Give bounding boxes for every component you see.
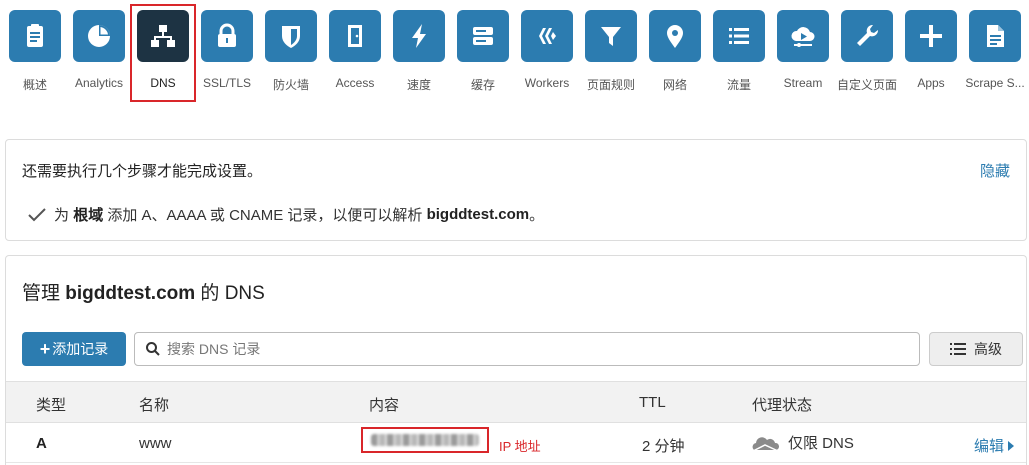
nav-label: Access bbox=[335, 76, 375, 90]
column-proxy-status[interactable]: 代理状态 bbox=[752, 394, 812, 415]
location-pin-icon bbox=[649, 10, 701, 62]
nav-item-custom-pages[interactable]: 自定义页面 bbox=[836, 10, 898, 98]
record-ttl: 2 分钟 bbox=[642, 438, 685, 455]
nav-label: Analytics bbox=[74, 76, 124, 90]
step-suffix: 。 bbox=[529, 207, 545, 224]
column-ttl[interactable]: TTL bbox=[639, 394, 666, 411]
step-domain: bigddtest.com bbox=[426, 206, 530, 223]
nav-item-scrape-shield[interactable]: Scrape S... bbox=[964, 10, 1026, 98]
lock-icon bbox=[201, 10, 253, 62]
table-header: 类型 名称 内容 TTL 代理状态 bbox=[6, 381, 1026, 423]
step-prefix: 为 bbox=[54, 207, 70, 224]
cloud-play-icon bbox=[777, 10, 829, 62]
nav-item-page-rules[interactable]: 页面规则 bbox=[580, 10, 642, 98]
page-title: 管理 bigddtest.com 的 DNS bbox=[22, 278, 265, 305]
nav-label: Apps bbox=[917, 76, 945, 90]
dns-management-card: 管理 bigddtest.com 的 DNS + 添加记录 高级 类型 名称 内… bbox=[5, 255, 1027, 465]
nav-item-network[interactable]: 网络 bbox=[644, 10, 706, 98]
pie-chart-icon bbox=[73, 10, 125, 62]
caret-right-icon bbox=[1008, 440, 1015, 451]
nav-item-cache[interactable]: 缓存 bbox=[452, 10, 514, 98]
nav-label: 防火墙 bbox=[272, 78, 309, 92]
nav-item-speed[interactable]: 速度 bbox=[388, 10, 450, 98]
nav-label: 概述 bbox=[22, 78, 47, 92]
wrench-icon bbox=[841, 10, 893, 62]
nav-label: 缓存 bbox=[470, 78, 495, 92]
network-icon bbox=[137, 10, 189, 62]
column-type[interactable]: 类型 bbox=[36, 394, 66, 415]
door-icon bbox=[329, 10, 381, 62]
nav-item-traffic[interactable]: 流量 bbox=[708, 10, 770, 98]
nav-item-ssl-tls[interactable]: SSL/TLS bbox=[196, 10, 258, 98]
clipboard-icon bbox=[9, 10, 61, 62]
edit-label: 编辑 bbox=[974, 438, 1005, 455]
workers-icon bbox=[521, 10, 573, 62]
document-icon bbox=[969, 10, 1021, 62]
search-input[interactable] bbox=[167, 341, 867, 357]
step-bold: 根域 bbox=[73, 207, 104, 224]
nav-label: Scrape S... bbox=[965, 76, 1025, 90]
step-text: 添加 A、AAAA 或 CNAME 记录，以便可以解析 bbox=[107, 207, 423, 224]
title-suffix: 的 DNS bbox=[200, 283, 265, 304]
list-icon bbox=[950, 343, 966, 355]
column-content[interactable]: 内容 bbox=[369, 394, 399, 415]
nav-item-access[interactable]: Access bbox=[324, 10, 386, 98]
nav-item-analytics[interactable]: Analytics bbox=[68, 10, 130, 98]
nav-item-overview[interactable]: 概述 bbox=[4, 10, 66, 98]
nav-label: 页面规则 bbox=[586, 78, 635, 92]
hide-link[interactable]: 隐藏 bbox=[980, 160, 1010, 181]
setup-step: 为 根域 添加 A、AAAA 或 CNAME 记录，以便可以解析 bigddte… bbox=[28, 204, 544, 225]
title-prefix: 管理 bbox=[22, 283, 61, 304]
proxy-status-label: 仅限 DNS bbox=[788, 435, 854, 452]
setup-title: 还需要执行几个步骤才能完成设置。 bbox=[22, 163, 263, 180]
filter-icon bbox=[585, 10, 637, 62]
top-navigation: 概述 Analytics DNS SSL/TLS 防火墙 Access 速度 缓… bbox=[0, 0, 1029, 104]
list-icon bbox=[713, 10, 765, 62]
nav-label: Stream bbox=[783, 76, 823, 90]
lightning-icon bbox=[393, 10, 445, 62]
nav-label: 网络 bbox=[662, 78, 687, 92]
nav-item-firewall[interactable]: 防火墙 bbox=[260, 10, 322, 98]
plus-icon: + bbox=[39, 338, 51, 359]
nav-item-apps[interactable]: Apps bbox=[900, 10, 962, 98]
plus-icon bbox=[905, 10, 957, 62]
column-name[interactable]: 名称 bbox=[139, 394, 169, 415]
search-icon bbox=[146, 342, 160, 356]
shield-icon bbox=[265, 10, 317, 62]
checkmark-icon bbox=[28, 207, 46, 221]
nav-label: 自定义页面 bbox=[836, 78, 897, 92]
table-row[interactable]: A www IP 地址 2 分钟 仅限 DNS 编辑 bbox=[6, 423, 1026, 463]
ip-annotation: IP 地址 bbox=[499, 439, 541, 454]
record-content-ip bbox=[361, 427, 489, 453]
search-box[interactable] bbox=[134, 332, 920, 366]
nav-label: 速度 bbox=[406, 78, 431, 92]
server-icon bbox=[457, 10, 509, 62]
nav-item-workers[interactable]: Workers bbox=[516, 10, 578, 98]
redacted-ip bbox=[371, 434, 479, 446]
nav-item-stream[interactable]: Stream bbox=[772, 10, 834, 98]
record-type: A bbox=[36, 435, 47, 452]
setup-notice-card: 还需要执行几个步骤才能完成设置。 隐藏 为 根域 添加 A、AAAA 或 CNA… bbox=[5, 139, 1027, 241]
nav-label: Workers bbox=[524, 76, 570, 90]
record-name: www bbox=[139, 435, 172, 452]
add-record-button[interactable]: + 添加记录 bbox=[22, 332, 126, 366]
nav-label: SSL/TLS bbox=[202, 76, 252, 90]
edit-record-link[interactable]: 编辑 bbox=[974, 435, 1015, 456]
title-domain: bigddtest.com bbox=[65, 283, 196, 304]
nav-item-dns[interactable]: DNS bbox=[130, 4, 196, 102]
nav-label: DNS bbox=[150, 76, 176, 90]
grey-cloud-icon bbox=[752, 436, 780, 452]
advanced-button[interactable]: 高级 bbox=[929, 332, 1023, 366]
advanced-label: 高级 bbox=[974, 341, 1002, 357]
add-record-label: 添加记录 bbox=[52, 341, 109, 357]
proxy-status: 仅限 DNS bbox=[750, 432, 854, 453]
nav-label: 流量 bbox=[726, 78, 751, 92]
